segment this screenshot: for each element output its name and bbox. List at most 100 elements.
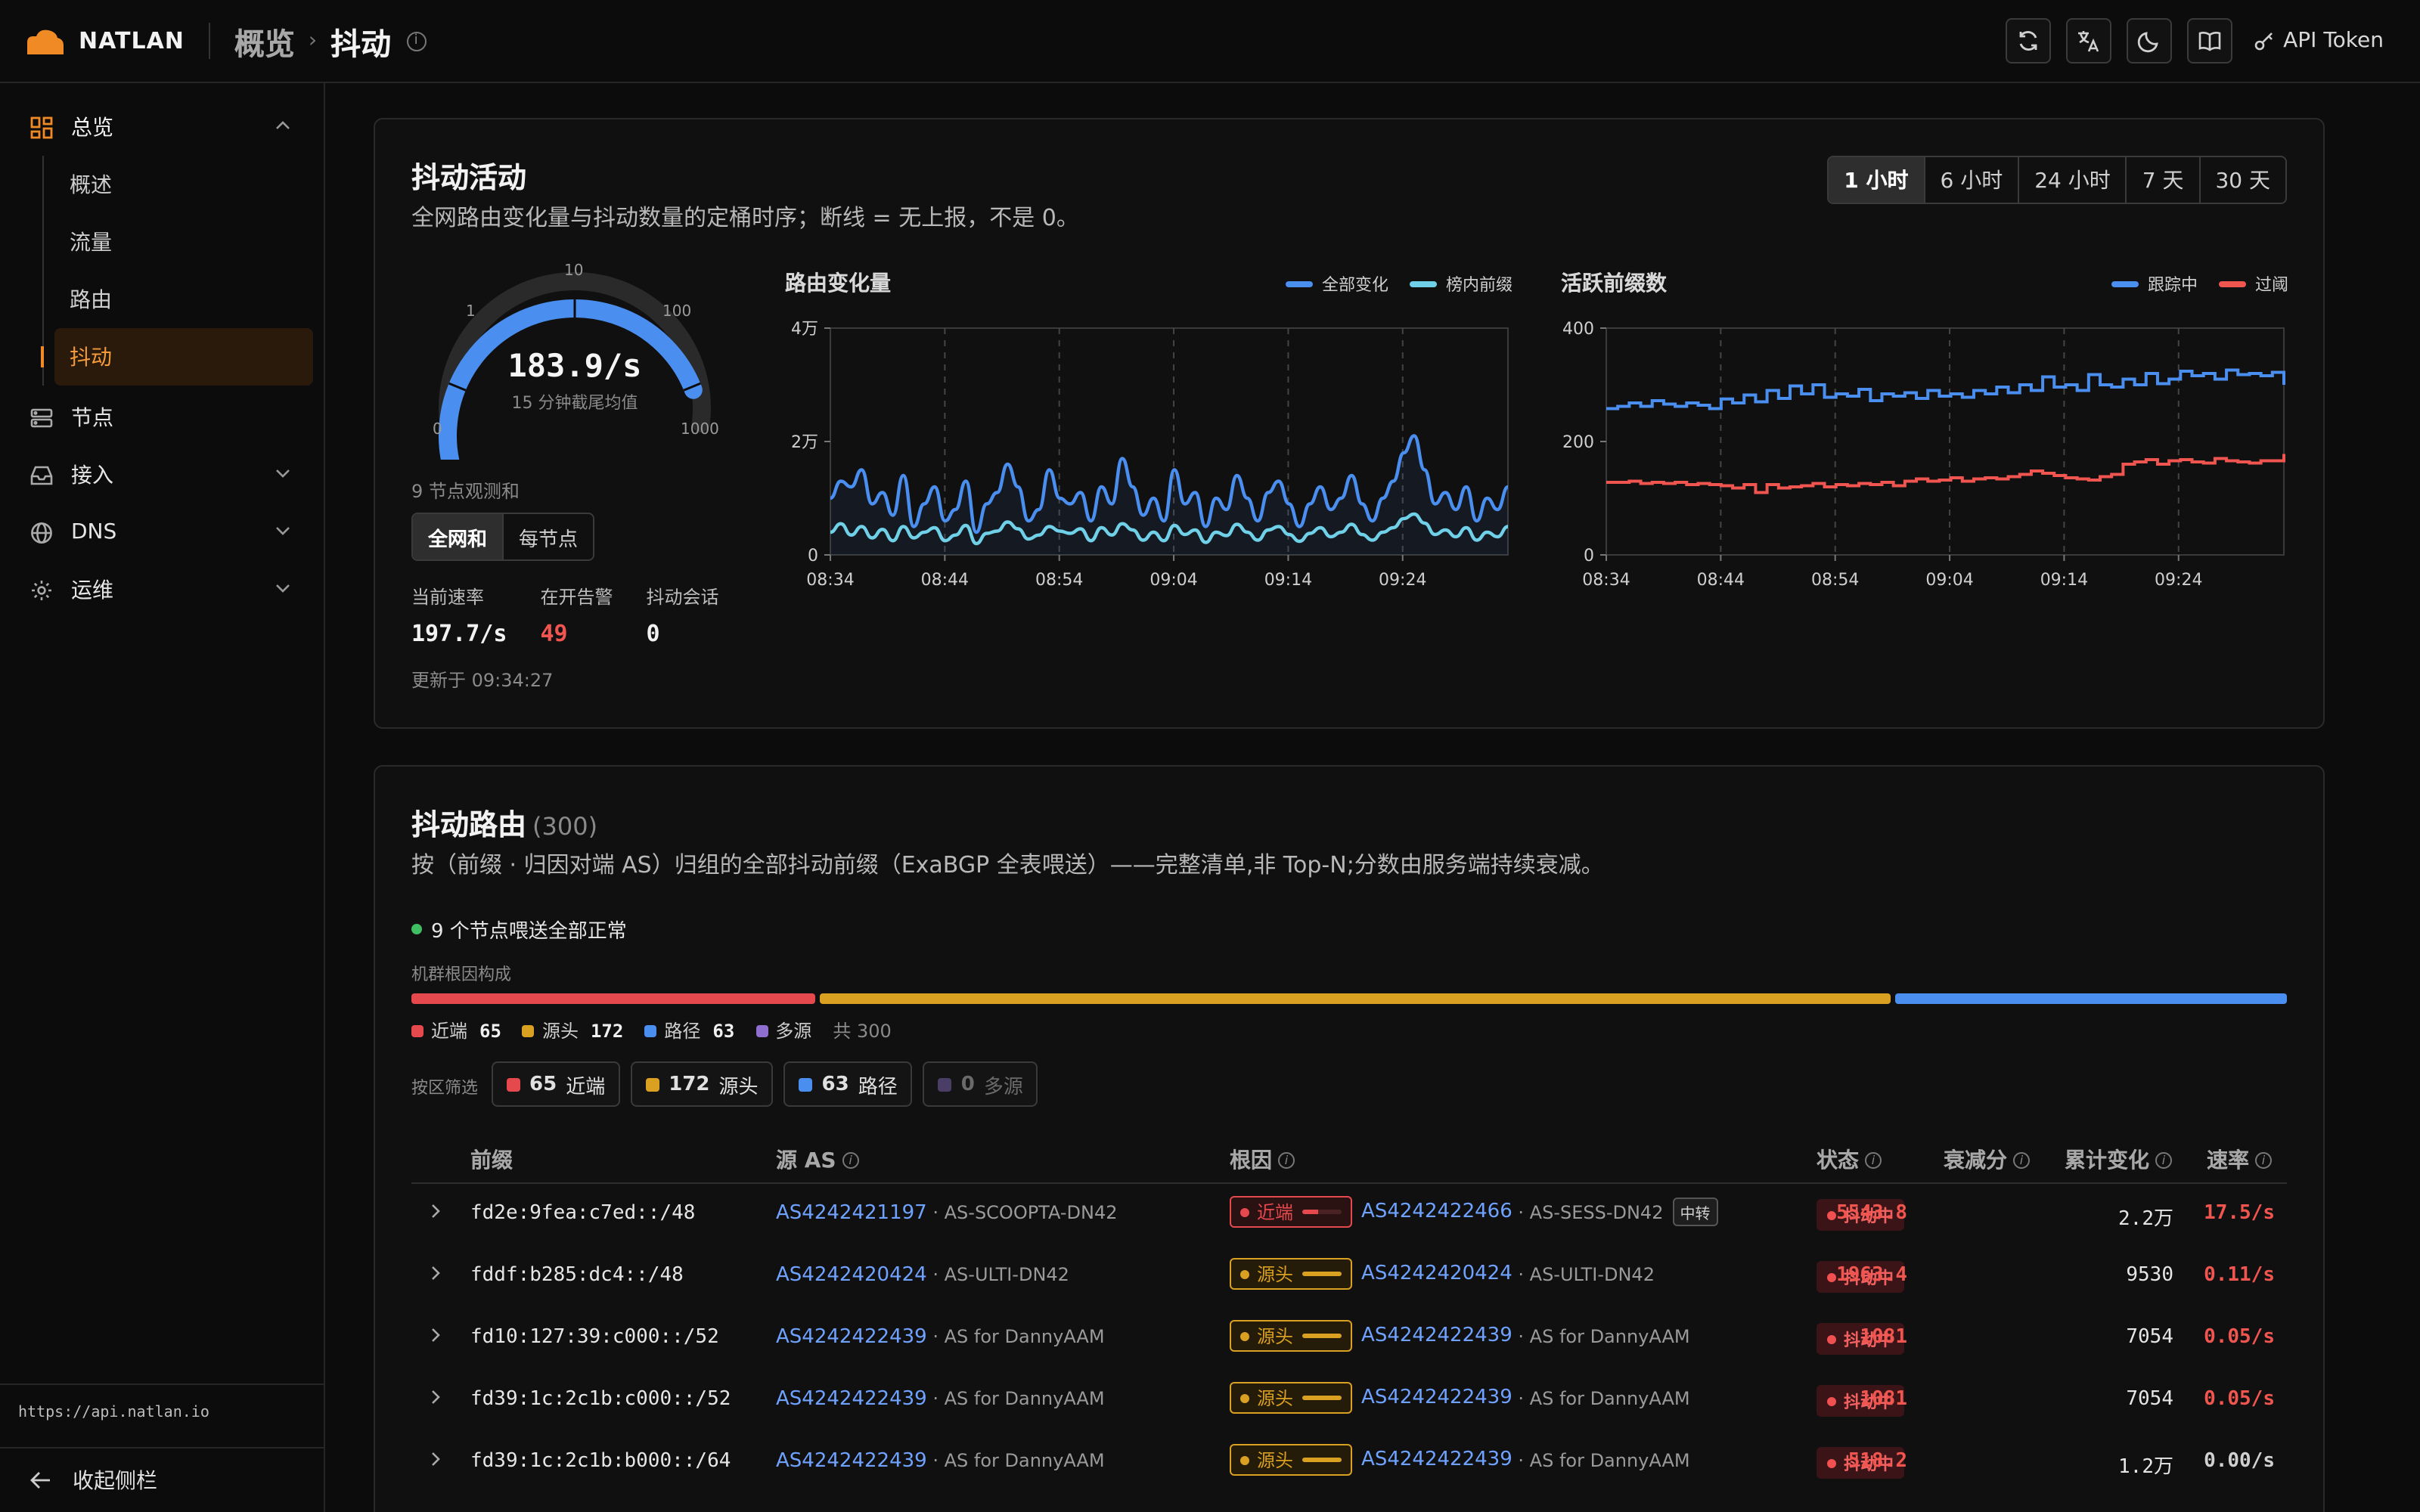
col-rate[interactable]: 速率 i [2207, 1145, 2272, 1175]
table-row[interactable]: fd39:1c:2c1b:c000::/52 AS4242422439 · AS… [411, 1370, 2287, 1432]
toggle-network-sum[interactable]: 全网和 [413, 514, 504, 559]
col-src-as[interactable]: 源 AS i [776, 1145, 859, 1175]
api-token-button[interactable]: API Token [2253, 29, 2384, 53]
col-cause[interactable]: 根因 i [1230, 1145, 1295, 1175]
src-as-link[interactable]: AS4242422439 [776, 1388, 927, 1411]
cell-prefix[interactable]: fd39:1c:2c1b:c000::/52 [470, 1388, 731, 1411]
info-icon[interactable]: i [842, 1151, 859, 1168]
table-row[interactable]: fd10:127:39:c000::/52 AS4242422439 · AS … [411, 1308, 2287, 1370]
cause-as-link[interactable]: AS4242422466 [1361, 1201, 1512, 1223]
cause-label: 源头 [1257, 1388, 1294, 1409]
info-icon[interactable]: i [1865, 1151, 1882, 1168]
refresh-icon [2018, 31, 2037, 51]
expand-chevron-icon[interactable] [431, 1390, 440, 1405]
src-as-link[interactable]: AS4242421197 [776, 1202, 927, 1225]
nav-group-dns[interactable]: DNS [0, 503, 324, 561]
cause-as-link[interactable]: AS4242422439 [1361, 1325, 1512, 1347]
info-icon[interactable]: i [2255, 1151, 2272, 1168]
cell-prefix[interactable]: fddf:b285:dc4::/48 [470, 1264, 684, 1287]
table-row[interactable]: fddf:b285:dc4::/48 AS4242420424 · AS-ULT… [411, 1246, 2287, 1308]
col-cum[interactable]: 累计变化 i [2065, 1145, 2172, 1175]
x-tick-label: 08:44 [1697, 571, 1745, 590]
breadcrumb-parent[interactable]: 概览 [234, 19, 295, 63]
cause-as-link[interactable]: AS4242422439 [1361, 1387, 1512, 1409]
range-1h[interactable]: 1 小时 [1829, 157, 1924, 203]
toggle-per-node[interactable]: 每节点 [504, 514, 593, 559]
nav-group-ops[interactable]: 运维 [0, 561, 324, 618]
filter-source[interactable]: 172 源头 [631, 1061, 774, 1107]
nav-item-traffic[interactable]: 流量 [44, 213, 324, 271]
range-30d[interactable]: 30 天 [2198, 157, 2285, 203]
range-7d[interactable]: 7 天 [2125, 157, 2199, 203]
src-as-name: AS for DannyAAM [944, 1450, 1105, 1471]
cause-label: 源头 [1257, 1264, 1294, 1285]
range-24h[interactable]: 24 小时 [2018, 157, 2126, 203]
rate-gauge: 0 1 10 100 1000 183.9/s 15 分钟截尾均值 [411, 263, 759, 534]
cell-prefix[interactable]: fd39:1c:2c1b:b000::/64 [470, 1450, 731, 1473]
filter-label-text: 源头 [718, 1076, 759, 1098]
gauge-tick-100: 100 [662, 304, 692, 321]
info-icon[interactable]: i [1278, 1151, 1295, 1168]
brand[interactable]: NATLAN [24, 27, 185, 54]
x-tick-label: 09:24 [1379, 571, 1426, 590]
legend-count: 63 [712, 1020, 735, 1041]
range-6h[interactable]: 6 小时 [1923, 157, 2018, 203]
cell-cause: 源头 AS4242420424 · AS-ULTI-DN42 [1230, 1258, 1655, 1290]
info-icon[interactable]: i [406, 31, 427, 51]
src-as-link[interactable]: AS4242422439 [776, 1326, 927, 1349]
col-score[interactable]: 衰减分 i [1944, 1145, 2030, 1175]
updated-time: 更新于 09:34:27 [411, 670, 554, 691]
expand-chevron-icon[interactable] [431, 1266, 440, 1281]
cell-cum: 1.2万 [2118, 1456, 2173, 1479]
y-tick-label: 2万 [791, 433, 818, 452]
nav-item-routes[interactable]: 路由 [44, 271, 324, 328]
cell-prefix[interactable]: fd2e:9fea:c7ed::/48 [470, 1202, 695, 1225]
cell-cause: 源头 AS4242422439 · AS for DannyAAM [1230, 1382, 1690, 1414]
table-row[interactable]: fd2e:9fea:c7ed::/48 AS4242421197 · AS-SC… [411, 1184, 2287, 1246]
expand-chevron-icon[interactable] [431, 1204, 440, 1219]
nav-group-overview[interactable]: 总览 [0, 98, 324, 156]
filter-near[interactable]: 65 近端 [492, 1061, 621, 1107]
routes-desc: 按（前缀 · 归因对端 AS）归组的全部抖动前缀（ExaBGP 全表喂送）——完… [411, 851, 1604, 878]
src-as-name: AS-SCOOPTA-DN42 [944, 1202, 1118, 1223]
legend-multi: 多源 [755, 1018, 811, 1043]
theme-toggle-button[interactable] [2126, 18, 2172, 64]
nav-group-nodes[interactable]: 节点 [0, 389, 324, 446]
col-status[interactable]: 状态 i [1817, 1145, 1882, 1175]
expand-chevron-icon[interactable] [431, 1452, 440, 1467]
col-prefix[interactable]: 前缀 [470, 1145, 513, 1175]
filter-multi[interactable]: 0 多源 [923, 1061, 1038, 1107]
cause-as-link[interactable]: AS4242422439 [1361, 1448, 1512, 1471]
info-icon[interactable]: i [2155, 1151, 2172, 1168]
stat-label: 抖动会话 [646, 587, 719, 608]
nav-item-summary[interactable]: 概述 [44, 156, 324, 213]
nav-item-flap[interactable]: 抖动 [41, 328, 313, 386]
cell-score: 1963.4 [1836, 1264, 1907, 1287]
collapse-sidebar-button[interactable]: 收起侧栏 [0, 1447, 324, 1512]
refresh-button[interactable] [2005, 18, 2051, 64]
x-tick-label: 08:54 [1035, 571, 1083, 590]
cause-as-link[interactable]: AS4242420424 [1361, 1263, 1512, 1285]
cell-prefix[interactable]: fd10:127:39:c000::/52 [470, 1326, 719, 1349]
expand-chevron-icon[interactable] [431, 1328, 440, 1343]
gauge-tick-1000: 1000 [681, 422, 719, 438]
cell-score: 5543.8 [1836, 1202, 1907, 1225]
cause-label: 近端 [1257, 1202, 1294, 1223]
cause-badge: 源头 [1230, 1320, 1353, 1352]
filter-path[interactable]: 63 路径 [783, 1061, 913, 1107]
col-label: 累计变化 [2065, 1149, 2149, 1173]
translate-button[interactable] [2065, 18, 2111, 64]
info-icon[interactable]: i [2013, 1151, 2030, 1168]
docs-button[interactable] [2186, 18, 2232, 64]
nav-group-access[interactable]: 接入 [0, 446, 324, 503]
stat-label: 在开告警 [540, 587, 613, 608]
collapse-label: 收起侧栏 [73, 1470, 157, 1494]
cell-rate: 17.5/s [2204, 1202, 2275, 1225]
filter-count: 63 [821, 1073, 849, 1095]
routes-title-text: 抖动路由 [411, 809, 527, 842]
cell-rate: 0.05/s [2204, 1326, 2275, 1349]
table-row[interactable]: fd39:1c:2c1b:b000::/64 AS4242422439 · AS… [411, 1432, 2287, 1494]
cell-rate: 0.11/s [2204, 1264, 2275, 1287]
src-as-link[interactable]: AS4242422439 [776, 1450, 927, 1473]
src-as-link[interactable]: AS4242420424 [776, 1264, 927, 1287]
